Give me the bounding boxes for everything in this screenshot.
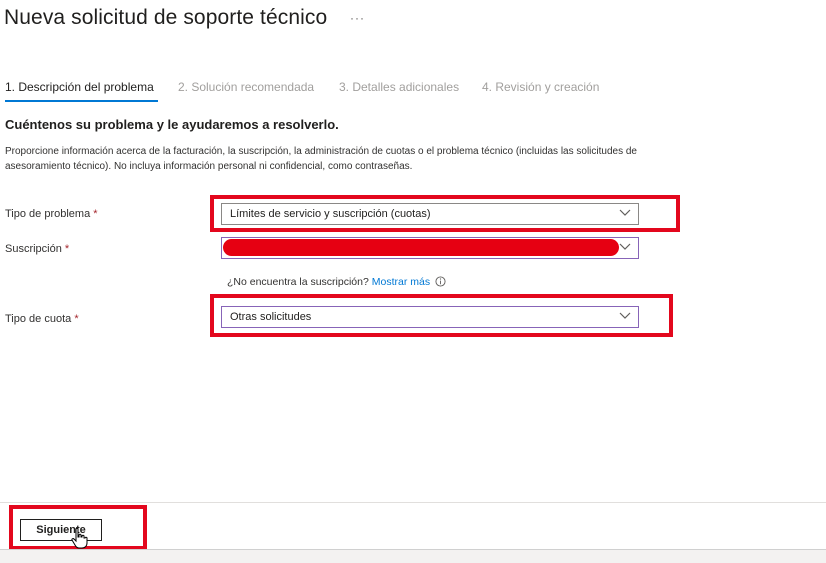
active-step-indicator [5,100,158,102]
problem-type-label-text: Tipo de problema [5,208,91,220]
section-heading: Cuéntenos su problema y le ayudaremos a … [5,117,339,132]
required-mark: * [93,208,98,220]
required-mark: * [64,243,70,255]
page-title: Nueva solicitud de soporte técnico [4,6,328,29]
quota-type-label-text: Tipo de cuota [5,313,72,325]
quota-type-label: Tipo de cuota * [5,313,79,325]
tab-detalles-adicionales[interactable]: 3. Detalles adicionales [339,80,459,94]
chevron-down-icon [619,243,631,250]
footer-divider [0,502,826,503]
tab-solucion-recomendada[interactable]: 2. Solución recomendada [178,80,314,94]
show-more-link[interactable]: Mostrar más [372,276,430,288]
ellipsis-icon[interactable]: ··· [350,11,365,25]
redaction-mark [223,239,619,256]
next-button[interactable]: Siguiente [20,519,102,541]
subscription-label: Suscripción * [5,243,69,255]
chevron-down-icon [619,312,631,319]
problem-type-label: Tipo de problema * [5,208,98,220]
tab-revision-creacion[interactable]: 4. Revisión y creación [482,80,599,94]
tab-descripcion-problema[interactable]: 1. Descripción del problema [5,80,154,94]
intro-text: Proporcione información acerca de la fac… [5,146,637,172]
bottom-bar [0,549,826,563]
subscription-label-text: Suscripción [5,243,62,255]
hand-pointer-icon [71,527,88,549]
quota-type-value: Otras solicitudes [230,311,312,323]
problem-type-value: Límites de servicio y suscripción (cuota… [230,208,431,220]
required-mark: * [74,313,79,325]
subscription-hint: ¿No encuentra la suscripción? Mostrar má… [227,276,446,288]
subscription-hint-text: ¿No encuentra la suscripción? [227,276,369,288]
problem-type-select[interactable]: Límites de servicio y suscripción (cuota… [221,203,639,225]
info-icon[interactable] [435,276,446,287]
chevron-down-icon [619,209,631,216]
quota-type-select[interactable]: Otras solicitudes [221,306,639,328]
